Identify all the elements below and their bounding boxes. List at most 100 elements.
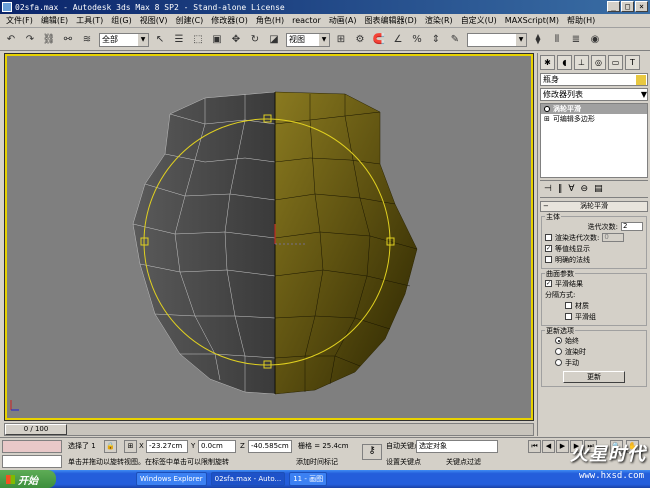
unlink-icon[interactable]: ⚯ [60,32,76,48]
spinner-snap-icon[interactable]: ⇕ [428,32,444,48]
render-icon[interactable]: ◉ [587,32,603,48]
snap-toggle-icon[interactable]: 🧲 [371,32,387,48]
selection-set-dropdown[interactable]: 选定对象 [416,440,498,453]
remove-modifier-icon[interactable]: ⊖ [581,184,589,194]
minimize-button[interactable]: _ [607,1,620,12]
manually-radio[interactable] [555,359,562,366]
time-slider[interactable]: 0 / 100 [4,423,534,436]
close-button[interactable]: × [635,1,648,12]
show-end-result-icon[interactable]: ‖ [558,184,563,194]
perspective-viewport[interactable] [4,53,534,421]
taskbar-item-explorer[interactable]: Windows Explorer [136,472,207,486]
object-name-field[interactable]: 瓶身 [540,73,648,86]
select-link-icon[interactable]: ⛓ [41,32,57,48]
select-manipulate-icon[interactable]: ⚙ [352,32,368,48]
display-tab-icon[interactable]: ▭ [608,54,623,70]
key-icon[interactable]: ⚷ [362,444,382,460]
menu-group[interactable]: 组(G) [107,15,135,26]
prev-frame-icon[interactable]: ◀ [542,440,555,453]
explicit-normals-checkbox[interactable] [545,256,552,263]
pin-stack-icon[interactable]: ⊣ [544,184,552,194]
materials-checkbox[interactable] [565,302,572,309]
align-icon[interactable]: ⫴ [549,32,565,48]
menu-edit[interactable]: 编辑(E) [37,15,72,26]
windows-logo-icon [6,474,15,484]
named-selection-sets-dropdown[interactable]: ▼ [467,32,527,47]
modifier-list-dropdown[interactable]: 修改器列表 ▼ [540,88,648,101]
play-icon[interactable]: ▶ [556,440,569,453]
x-coord-field[interactable]: -23.27cm [146,440,188,453]
expand-plus-icon[interactable]: ⊞ [544,114,550,124]
lock-selection-icon[interactable]: 🔒 [104,440,117,453]
taskbar-item-paint[interactable]: 11 - 画图 [289,472,328,486]
menu-graph-editors[interactable]: 图表编辑器(D) [360,15,420,26]
iterations-spinner[interactable]: 2 [621,222,643,231]
mirror-icon[interactable]: ⧫ [530,32,546,48]
y-coord-field[interactable]: 0.0cm [198,440,236,453]
set-key-button[interactable]: 设置关键点 [386,456,421,468]
configure-sets-icon[interactable]: ▤ [594,184,603,194]
smoothing-groups-checkbox[interactable] [565,313,572,320]
layer-manager-icon[interactable]: ≣ [568,32,584,48]
menu-character[interactable]: 角色(H) [252,15,288,26]
move-icon[interactable]: ✥ [228,32,244,48]
select-object-icon[interactable]: ↖ [152,32,168,48]
select-by-name-icon[interactable]: ☰ [171,32,187,48]
object-color-swatch[interactable] [636,75,646,85]
ref-coord-dropdown[interactable]: 视图 ▼ [286,32,330,47]
abs-mode-icon[interactable]: ⊞ [124,440,137,453]
render-iters-spinner[interactable]: 0 [602,233,625,242]
time-slider-thumb[interactable]: 0 / 100 [5,424,67,435]
stack-item-turbosmooth[interactable]: 涡轮平滑 [541,104,647,114]
menu-views[interactable]: 视图(V) [136,15,172,26]
utilities-tab-icon[interactable]: T [625,54,640,70]
named-selection-icon[interactable]: ✎ [447,32,463,48]
always-radio[interactable] [555,337,562,344]
maximize-button[interactable]: □ [621,1,634,12]
stack-item-editable-poly[interactable]: ⊞ 可编辑多边形 [541,114,647,124]
angle-snap-icon[interactable]: ∠ [390,32,406,48]
pivot-icon[interactable]: ⊞ [333,32,349,48]
percent-snap-icon[interactable]: % [409,32,425,48]
maxscript-mini-field[interactable] [2,455,62,468]
menu-maxscript[interactable]: MAXScript(M) [501,16,563,25]
key-filters-button[interactable]: 关键点过滤 [446,456,481,468]
window-crossing-icon[interactable]: ▣ [209,32,225,48]
smooth-result-checkbox[interactable]: ✓ [545,280,552,287]
surface-group-label: 曲面参数 [545,269,575,279]
undo-icon[interactable]: ↶ [3,32,19,48]
create-tab-icon[interactable]: ✱ [540,54,555,70]
hierarchy-tab-icon[interactable]: ⊥ [574,54,589,70]
taskbar-item-3dsmax[interactable]: 02sfa.max - Auto... [210,472,286,486]
menu-rendering[interactable]: 渲染(R) [421,15,457,26]
when-rendering-radio[interactable] [555,348,562,355]
menu-reactor[interactable]: reactor [288,16,325,25]
add-time-tag[interactable]: 添加时间标记 [296,456,338,468]
menu-file[interactable]: 文件(F) [2,15,37,26]
selection-filter-dropdown[interactable]: 全部 ▼ [99,32,149,47]
scale-icon[interactable]: ◪ [266,32,282,48]
make-unique-icon[interactable]: ∀ [568,184,574,194]
update-button[interactable]: 更新 [563,371,625,383]
modify-tab-icon[interactable]: ◖ [557,54,572,70]
menu-customize[interactable]: 自定义(U) [457,15,501,26]
menu-animation[interactable]: 动画(A) [325,15,361,26]
rotate-icon[interactable]: ↻ [247,32,263,48]
menu-help[interactable]: 帮助(H) [563,15,599,26]
rect-selection-icon[interactable]: ⬚ [190,32,206,48]
menu-modifiers[interactable]: 修改器(O) [207,15,252,26]
lightbulb-icon[interactable] [544,106,550,112]
bind-space-warp-icon[interactable]: ≋ [79,32,95,48]
isoline-checkbox[interactable]: ✓ [545,245,552,252]
go-to-start-icon[interactable]: ⏮ [528,440,541,453]
render-iters-checkbox[interactable] [545,234,552,241]
motion-tab-icon[interactable]: ◎ [591,54,606,70]
turbosmooth-rollout-header[interactable]: − 涡轮平滑 [540,201,648,212]
z-coord-field[interactable]: -40.585cm [248,440,292,453]
menu-create[interactable]: 创建(C) [171,15,207,26]
app-icon [2,2,12,12]
start-button[interactable]: 开始 [0,470,56,488]
menu-tools[interactable]: 工具(T) [72,15,107,26]
maxscript-listener-field[interactable] [2,440,62,453]
redo-icon[interactable]: ↷ [22,32,38,48]
